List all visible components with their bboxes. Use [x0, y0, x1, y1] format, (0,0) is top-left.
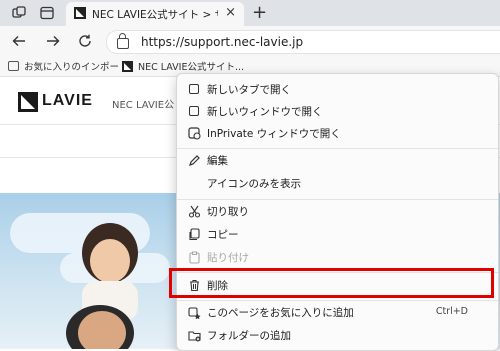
- menu-label: 新しいタブで開く: [207, 84, 291, 96]
- menu-item-add-folder[interactable]: フォルダーの追加: [177, 324, 498, 346]
- inprivate-icon: [187, 126, 201, 140]
- cut-icon: [187, 204, 201, 218]
- url-text: https://support.nec-lavie.jp: [141, 35, 304, 49]
- context-menu: 新しいタブで開く 新しいウィンドウで開く InPrivate ウィンドウで開く …: [176, 73, 499, 351]
- nec-favicon: [74, 7, 86, 19]
- forward-icon[interactable]: [42, 30, 64, 52]
- paste-icon: [187, 250, 201, 264]
- edit-icon: [187, 153, 201, 167]
- nec-favicon: [122, 60, 133, 72]
- menu-label: アイコンのみを表示: [207, 178, 301, 190]
- new-tab-icon: [187, 82, 201, 96]
- add-favorite-icon: [187, 305, 201, 319]
- tab-title: NEC LAVIE公式サイト > サービス＆サ: [92, 9, 218, 21]
- site-subtitle: NEC LAVIE公: [112, 100, 175, 111]
- workspaces-icon[interactable]: [10, 4, 28, 22]
- menu-item-add-favorite[interactable]: このページをお気に入りに追加 Ctrl+D: [177, 301, 498, 323]
- back-icon[interactable]: [8, 30, 30, 52]
- menu-item-copy[interactable]: コピー: [177, 223, 498, 245]
- lavie-logo[interactable]: LAVIE: [18, 92, 98, 112]
- folder-import-icon: [8, 61, 19, 71]
- lavie-logo-text: LAVIE: [42, 92, 93, 109]
- active-tab[interactable]: NEC LAVIE公式サイト > サービス＆サ ×: [66, 2, 244, 26]
- bookmark-label: お気に入りのインポート: [24, 62, 129, 73]
- menu-label: InPrivate ウィンドウで開く: [207, 128, 341, 140]
- menu-label: 編集: [207, 155, 228, 167]
- new-tab-button[interactable]: +: [252, 2, 267, 23]
- bookmark-import[interactable]: お気に入りのインポート: [8, 58, 129, 74]
- highlight-box: [169, 268, 494, 298]
- menu-shortcut: Ctrl+D: [435, 306, 468, 317]
- menu-item-open-new-tab[interactable]: 新しいタブで開く: [177, 78, 498, 100]
- bookmark-nec[interactable]: NEC LAVIE公式サイト...: [122, 58, 244, 74]
- copy-icon: [187, 227, 201, 241]
- menu-label: フォルダーの追加: [207, 330, 291, 342]
- tab-close-icon[interactable]: ×: [225, 5, 236, 20]
- add-folder-icon: [187, 328, 201, 342]
- refresh-icon[interactable]: [74, 30, 96, 52]
- menu-label: 切り取り: [207, 206, 249, 218]
- lock-icon: [117, 33, 129, 49]
- menu-item-show-icon-only[interactable]: アイコンのみを表示: [177, 172, 498, 194]
- menu-label: 貼り付け: [207, 252, 249, 264]
- menu-item-cut[interactable]: 切り取り: [177, 200, 498, 222]
- new-window-icon: [187, 104, 201, 118]
- menu-item-open-new-window[interactable]: 新しいウィンドウで開く: [177, 100, 498, 122]
- menu-item-paste[interactable]: 貼り付け: [177, 246, 498, 268]
- address-bar[interactable]: https://support.nec-lavie.jp: [106, 30, 500, 54]
- menu-item-open-inprivate[interactable]: InPrivate ウィンドウで開く: [177, 122, 498, 144]
- bookmark-label: NEC LAVIE公式サイト...: [138, 62, 245, 73]
- menu-label: このページをお気に入りに追加: [207, 307, 354, 319]
- family-photo: [66, 223, 138, 349]
- menu-item-edit[interactable]: 編集: [177, 149, 498, 171]
- menu-label: コピー: [207, 229, 239, 241]
- lavie-logo-mark: [18, 92, 38, 112]
- tab-actions-icon[interactable]: [38, 4, 56, 22]
- menu-label: 新しいウィンドウで開く: [207, 106, 323, 118]
